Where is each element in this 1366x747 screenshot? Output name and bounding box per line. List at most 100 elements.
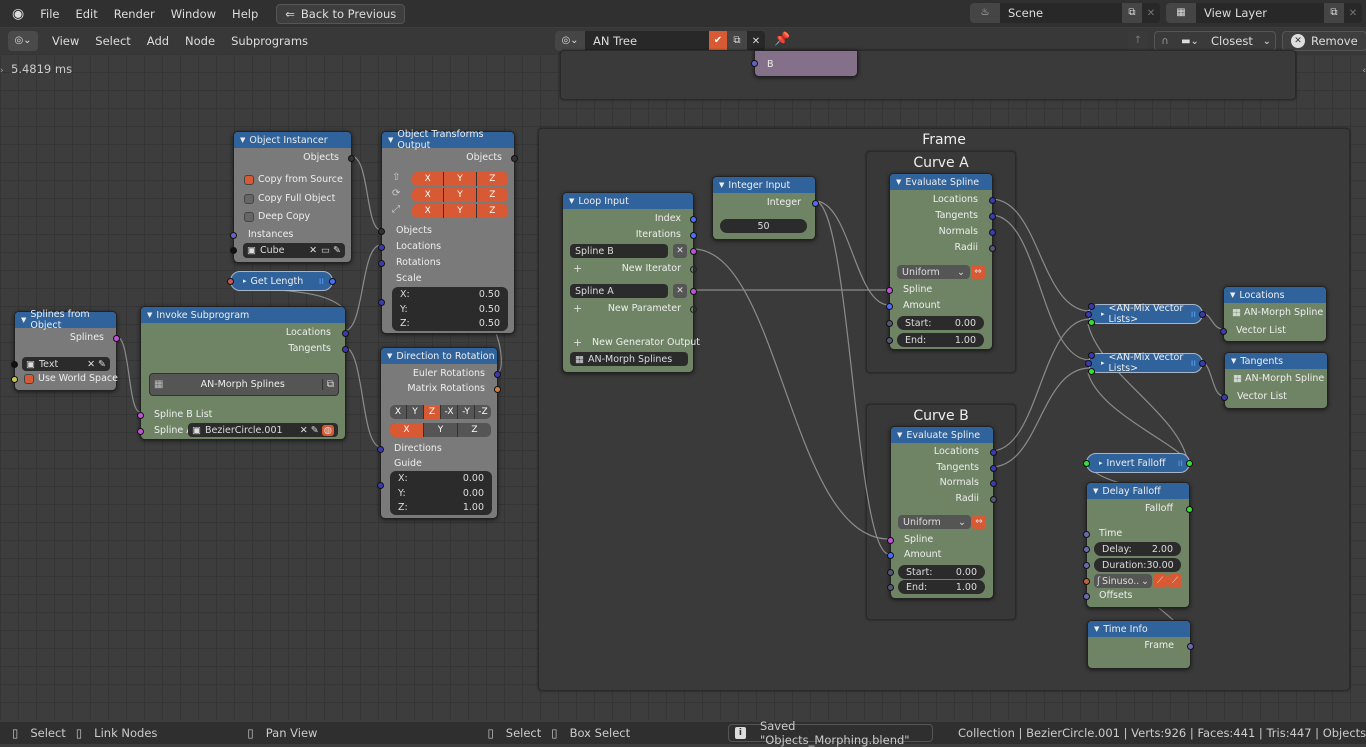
track-neg-y[interactable]: -Y: [458, 405, 475, 419]
object-field-cube[interactable]: ▣ Cube ✕ ▭ ✎: [243, 243, 345, 258]
socket-out[interactable]: [329, 278, 336, 285]
scale-x-field[interactable]: X: 0.50: [392, 287, 508, 302]
node-header[interactable]: ▼ Splines from Object: [15, 309, 116, 331]
menu-add[interactable]: Add: [139, 34, 177, 48]
eyedropper-icon[interactable]: ✎: [308, 425, 319, 436]
checkbox-deep-copy[interactable]: Deep Copy: [244, 211, 310, 222]
parent-tree-icon[interactable]: ↑: [1128, 31, 1148, 51]
node-output-locations[interactable]: ▼ Locations ▦ AN-Morph Spline Vector List: [1220, 286, 1327, 342]
rotation-toggles[interactable]: XYZ: [412, 188, 508, 202]
interpolation-dropdown[interactable]: ʃ Sinuso.. ⌄: [1094, 574, 1152, 588]
socket-duration-in[interactable]: [1083, 562, 1090, 569]
top-frame[interactable]: [560, 50, 1296, 100]
collapse-icon[interactable]: ▼: [897, 431, 902, 439]
toggle-y[interactable]: Y: [444, 204, 477, 218]
collapse-icon[interactable]: ▼: [240, 136, 245, 144]
new-view-layer-icon[interactable]: ⧉: [1324, 3, 1344, 23]
toggle-x[interactable]: X: [412, 204, 445, 218]
clear-icon[interactable]: ✕: [300, 425, 308, 436]
socket-out[interactable]: [1186, 460, 1193, 467]
socket-falloff-out[interactable]: [1186, 506, 1193, 513]
scale-toggles[interactable]: XYZ: [412, 204, 508, 218]
location-toggles[interactable]: XYZ: [412, 172, 508, 186]
socket-normals-out[interactable]: [989, 229, 996, 236]
socket-tangents-out[interactable]: [342, 346, 349, 353]
socket-locations-in[interactable]: [378, 244, 385, 251]
socket-locations-out[interactable]: [989, 197, 996, 204]
socket-in[interactable]: [1083, 460, 1090, 467]
socket-b[interactable]: [751, 60, 758, 67]
delete-scene-icon[interactable]: ✕: [1142, 8, 1160, 19]
socket-spline-a[interactable]: [690, 288, 697, 295]
back-to-previous-button[interactable]: ⇐ Back to Previous: [276, 3, 406, 24]
socket-euler-out[interactable]: [494, 371, 501, 378]
snap-element-icon[interactable]: ▬⌄: [1175, 36, 1205, 47]
socket-objects-out[interactable]: [511, 155, 518, 162]
socket-tangents-out[interactable]: [990, 465, 997, 472]
node-direction-to-rotation[interactable]: ▼ Direction to Rotation Euler Rotations M…: [377, 347, 501, 519]
socket-spline-b[interactable]: [690, 248, 697, 255]
socket-index[interactable]: [690, 216, 697, 223]
remove-param-icon[interactable]: ✕: [673, 244, 687, 258]
top-partial-node[interactable]: B: [751, 50, 858, 77]
new-iterator[interactable]: New Iterator: [622, 263, 681, 274]
collapse-icon[interactable]: ▼: [387, 352, 392, 360]
collapse-icon[interactable]: ▼: [1093, 487, 1098, 495]
editor-type-button[interactable]: ◎⌄: [8, 31, 38, 51]
end-field[interactable]: End: 1.00: [898, 580, 985, 594]
node-evaluate-spline-a[interactable]: ▼ Evaluate Spline Locations Tangents Norm…: [886, 173, 996, 350]
socket-locations-out[interactable]: [990, 449, 997, 456]
node-output-tangents[interactable]: ▼ Tangents ▦ AN-Morph Spline Vector List: [1221, 352, 1328, 409]
new-tree-icon[interactable]: ⧉: [727, 31, 747, 51]
blender-logo-icon[interactable]: ◉: [0, 6, 32, 22]
track-x[interactable]: X: [390, 405, 407, 419]
socket-locations-out[interactable]: [342, 330, 349, 337]
socket-delay-in[interactable]: [1083, 546, 1090, 553]
resample-toggle-icon[interactable]: ⇔: [971, 265, 985, 279]
collapse-icon[interactable]: ▼: [1094, 625, 1099, 633]
socket-radii-out[interactable]: [989, 245, 996, 252]
socket-instances[interactable]: [230, 232, 237, 239]
socket-end-in[interactable]: [887, 584, 894, 591]
socket-factor[interactable]: [1088, 319, 1095, 326]
socket-spline-in[interactable]: [887, 537, 894, 544]
node-integer-input[interactable]: ▼ Integer Input Integer 50: [712, 176, 819, 240]
socket-objects-out[interactable]: [348, 155, 355, 162]
remove-button[interactable]: ✕ Remove: [1282, 31, 1366, 51]
socket-out[interactable]: [1199, 360, 1206, 367]
up-y[interactable]: Y: [424, 423, 458, 437]
socket-offsets-in[interactable]: [1083, 593, 1090, 600]
end-field[interactable]: End: 1.00: [897, 333, 984, 347]
node-header[interactable]: ▼ Object Instancer: [234, 132, 351, 148]
toggle-z[interactable]: Z: [477, 204, 508, 218]
object-field-text[interactable]: ▣ Text ✕ ✎: [22, 357, 110, 371]
up-x[interactable]: X: [390, 423, 424, 437]
socket-in-b[interactable]: [1085, 360, 1092, 367]
node-mix-vector-lists-2[interactable]: ▸ <AN-Mix Vector Lists> ıı: [1085, 352, 1206, 375]
guide-y-field[interactable]: Y: 0.00: [390, 486, 492, 500]
pin-icon[interactable]: 📌: [774, 32, 790, 47]
expand-icon[interactable]: ▸: [1099, 459, 1103, 467]
tree-type-icon[interactable]: ◎⌄: [555, 31, 585, 51]
node-loop-input[interactable]: ▼ Loop Input Index Iterations Spline B ✕ …: [562, 192, 700, 373]
track-axis-toggles[interactable]: X Y Z -X -Y -Z: [390, 405, 491, 419]
add-icon[interactable]: +: [573, 336, 582, 349]
node-object-transforms-output[interactable]: ▼ Object Transforms Output Objects ⇧ XYZ …: [378, 129, 518, 334]
view-layer-selector[interactable]: ▦ View Layer ⧉ ✕: [1166, 3, 1362, 23]
eyedropper-icon[interactable]: ✎: [95, 359, 106, 370]
socket-spline-b[interactable]: [137, 412, 144, 419]
menu-node[interactable]: Node: [177, 34, 223, 48]
expand-icon[interactable]: ▸: [1101, 359, 1105, 367]
tree-name[interactable]: AN Tree: [585, 34, 709, 48]
socket-in-a[interactable]: [1088, 352, 1095, 359]
node-invoke-subprogram[interactable]: ▼ Invoke Subprogram Locations Tangents ▦ …: [137, 306, 349, 440]
start-field[interactable]: Start: 0.00: [897, 316, 984, 330]
subprogram-selector[interactable]: ▦ AN-Morph Splines ⧉: [149, 373, 339, 396]
menu-select[interactable]: Select: [87, 34, 138, 48]
node-canvas[interactable]: 5.4819 ms › ‹ B Frame Curve A Curve B ▼ …: [0, 50, 1366, 720]
duration-field[interactable]: Duration: 30.00: [1094, 558, 1181, 572]
menu-view[interactable]: View: [44, 34, 87, 48]
socket-directions-in[interactable]: [377, 446, 384, 453]
new-generator-output[interactable]: New Generator Output: [592, 337, 700, 348]
node-header[interactable]: ▼ Integer Input: [713, 177, 815, 193]
